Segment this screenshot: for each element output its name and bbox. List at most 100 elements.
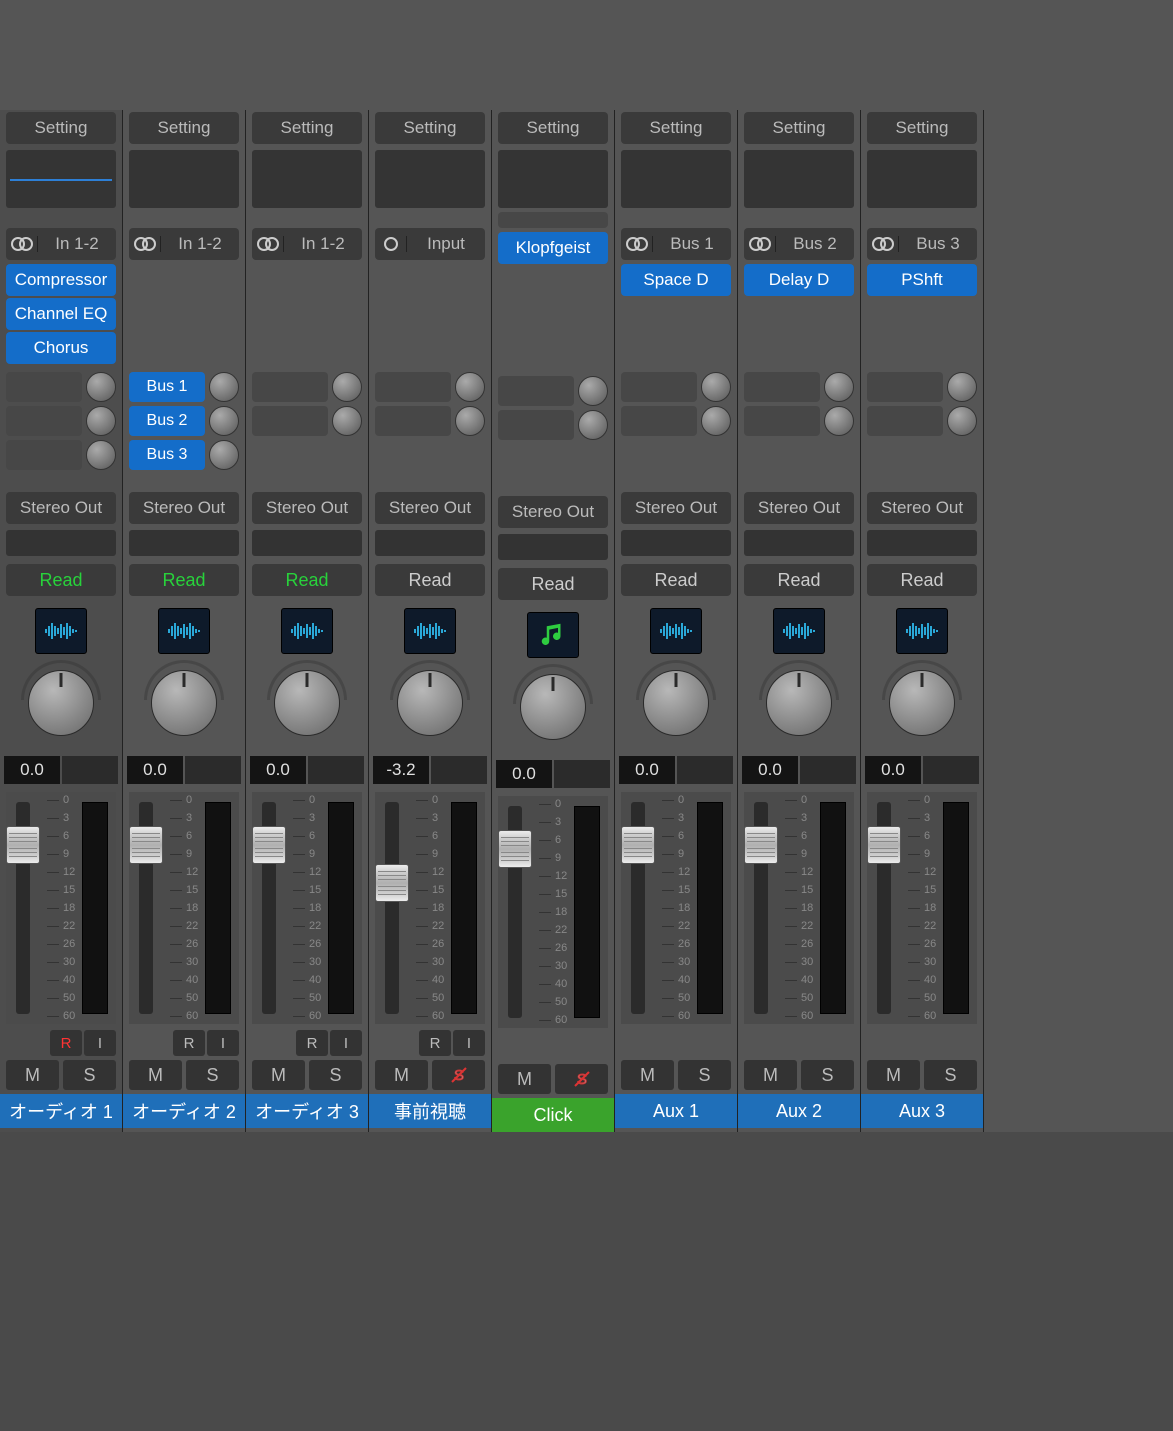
record-enable-button[interactable]: R — [296, 1030, 328, 1056]
output-slot[interactable]: Stereo Out — [621, 492, 731, 524]
input-slot[interactable]: In 1-2 — [129, 228, 239, 260]
input-format-icon[interactable] — [744, 236, 776, 252]
setting-button[interactable]: Setting — [6, 112, 116, 144]
pan-knob[interactable] — [28, 670, 94, 736]
send-slot[interactable]: Bus 1 — [129, 372, 205, 402]
track-icon[interactable] — [773, 608, 825, 654]
input-format-icon[interactable] — [621, 236, 653, 252]
send-level-knob[interactable] — [824, 372, 854, 402]
insert-plugin[interactable]: PShft — [867, 264, 977, 296]
mute-button[interactable]: M — [621, 1060, 674, 1090]
send-slot[interactable]: Bus 2 — [129, 406, 205, 436]
volume-db[interactable]: 0.0 — [250, 756, 306, 784]
record-enable-button[interactable]: R — [50, 1030, 82, 1056]
mute-button[interactable]: M — [498, 1064, 551, 1094]
peak-readout[interactable] — [185, 756, 241, 784]
send-level-knob[interactable] — [86, 372, 116, 402]
input-monitor-button[interactable]: I — [330, 1030, 362, 1056]
automation-mode-button[interactable]: Read — [744, 564, 854, 596]
fader-track[interactable] — [631, 802, 645, 1014]
automation-mode-button[interactable]: Read — [621, 564, 731, 596]
setting-button[interactable]: Setting — [375, 112, 485, 144]
pan-knob[interactable] — [151, 670, 217, 736]
group-slot[interactable] — [129, 530, 239, 556]
solo-button[interactable]: S — [678, 1060, 731, 1090]
mute-button[interactable]: M — [129, 1060, 182, 1090]
solo-button[interactable]: S — [801, 1060, 854, 1090]
send-level-knob[interactable] — [455, 372, 485, 402]
output-slot[interactable]: Stereo Out — [375, 492, 485, 524]
solo-button[interactable]: S — [186, 1060, 239, 1090]
group-slot[interactable] — [375, 530, 485, 556]
send-level-knob[interactable] — [455, 406, 485, 436]
send-slot[interactable]: Bus 3 — [129, 440, 205, 470]
output-slot[interactable]: Stereo Out — [6, 492, 116, 524]
eq-thumbnail[interactable] — [252, 150, 362, 208]
input-slot[interactable]: In 1-2 — [6, 228, 116, 260]
send-level-knob[interactable] — [86, 406, 116, 436]
send-slot[interactable] — [6, 440, 82, 470]
eq-thumbnail[interactable] — [498, 150, 608, 208]
fader-cap[interactable] — [621, 826, 655, 864]
send-slot[interactable] — [6, 406, 82, 436]
fader-track[interactable] — [16, 802, 30, 1014]
input-monitor-button[interactable]: I — [207, 1030, 239, 1056]
group-slot[interactable] — [867, 530, 977, 556]
fader-cap[interactable] — [6, 826, 40, 864]
insert-plugin[interactable]: Channel EQ — [6, 298, 116, 330]
mute-button[interactable]: M — [252, 1060, 305, 1090]
insert-plugin[interactable]: Compressor — [6, 264, 116, 296]
record-enable-button[interactable]: R — [173, 1030, 205, 1056]
eq-thumbnail[interactable] — [867, 150, 977, 208]
output-slot[interactable]: Stereo Out — [129, 492, 239, 524]
pan-knob[interactable] — [766, 670, 832, 736]
input-monitor-button[interactable]: I — [84, 1030, 116, 1056]
pan-knob[interactable] — [520, 674, 586, 740]
solo-button[interactable]: S — [555, 1064, 608, 1094]
send-slot[interactable] — [375, 372, 451, 402]
output-slot[interactable]: Stereo Out — [867, 492, 977, 524]
send-slot[interactable] — [867, 372, 943, 402]
send-level-knob[interactable] — [332, 372, 362, 402]
send-level-knob[interactable] — [209, 440, 239, 470]
send-slot[interactable] — [621, 372, 697, 402]
eq-thumbnail[interactable] — [375, 150, 485, 208]
mute-button[interactable]: M — [867, 1060, 920, 1090]
automation-mode-button[interactable]: Read — [498, 568, 608, 600]
input-format-icon[interactable] — [129, 236, 161, 252]
send-level-knob[interactable] — [578, 410, 608, 440]
fader-track[interactable] — [385, 802, 399, 1014]
send-level-knob[interactable] — [209, 372, 239, 402]
track-name[interactable]: オーディオ 1 — [0, 1094, 122, 1128]
send-slot[interactable] — [867, 406, 943, 436]
send-slot[interactable] — [621, 406, 697, 436]
setting-button[interactable]: Setting — [867, 112, 977, 144]
fader-cap[interactable] — [867, 826, 901, 864]
track-name[interactable]: Aux 2 — [738, 1094, 860, 1128]
input-format-icon[interactable] — [375, 236, 407, 252]
input-slot[interactable]: Bus 2 — [744, 228, 854, 260]
input-format-icon[interactable] — [252, 236, 284, 252]
track-icon[interactable] — [158, 608, 210, 654]
volume-db[interactable]: 0.0 — [619, 756, 675, 784]
fader-track[interactable] — [262, 802, 276, 1014]
input-monitor-button[interactable]: I — [453, 1030, 485, 1056]
peak-readout[interactable] — [308, 756, 364, 784]
record-enable-button[interactable]: R — [419, 1030, 451, 1056]
peak-readout[interactable] — [923, 756, 979, 784]
track-icon[interactable] — [527, 612, 579, 658]
send-level-knob[interactable] — [578, 376, 608, 406]
output-slot[interactable]: Stereo Out — [744, 492, 854, 524]
automation-mode-button[interactable]: Read — [867, 564, 977, 596]
setting-button[interactable]: Setting — [621, 112, 731, 144]
solo-button[interactable]: S — [432, 1060, 485, 1090]
group-slot[interactable] — [6, 530, 116, 556]
eq-thumbnail[interactable] — [621, 150, 731, 208]
fader-track[interactable] — [139, 802, 153, 1014]
track-icon[interactable] — [281, 608, 333, 654]
fader-track[interactable] — [877, 802, 891, 1014]
group-slot[interactable] — [498, 534, 608, 560]
track-name[interactable]: オーディオ 2 — [123, 1094, 245, 1128]
send-slot[interactable] — [498, 410, 574, 440]
setting-button[interactable]: Setting — [252, 112, 362, 144]
